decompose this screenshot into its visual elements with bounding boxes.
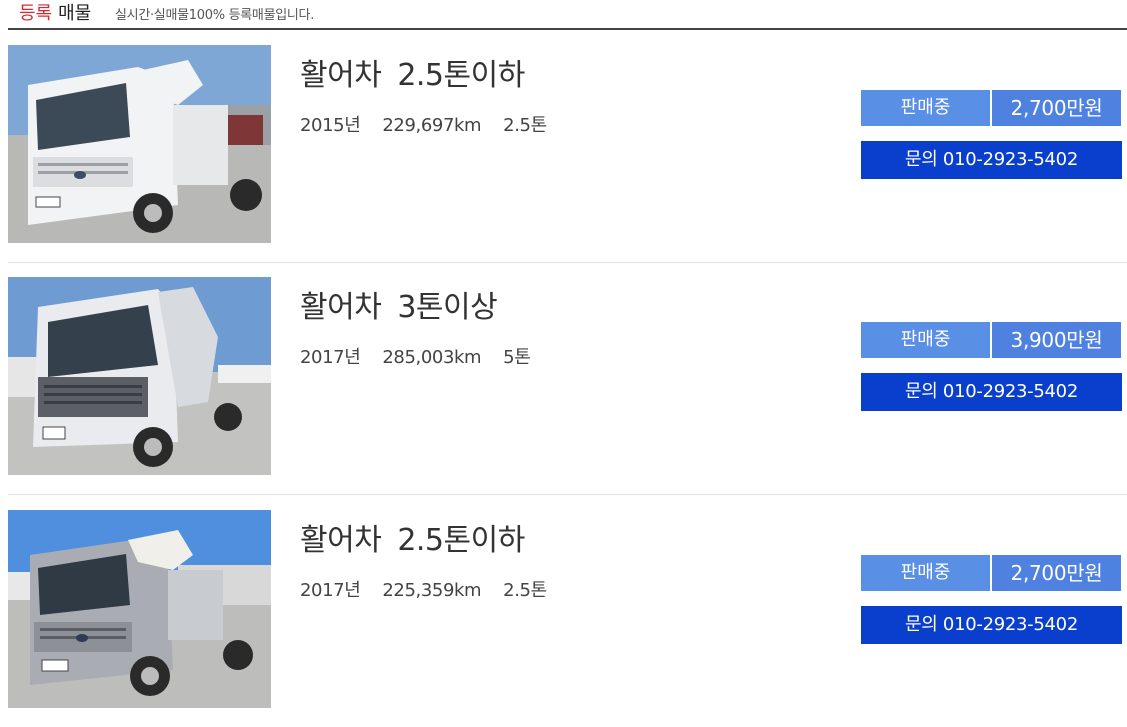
truck-image bbox=[8, 45, 271, 243]
listing-mileage: 229,697km bbox=[382, 115, 482, 136]
listing-specs: 2017년 225,359km 2.5톤 bbox=[300, 579, 569, 603]
truck-image bbox=[8, 277, 271, 475]
listing-mileage: 285,003km bbox=[382, 347, 482, 368]
listing-tonnage-class: 2.5톤이하 bbox=[397, 58, 525, 93]
contact-button[interactable]: 문의 010-2923-5402 bbox=[861, 606, 1122, 644]
listing-year: 2017년 bbox=[300, 580, 361, 601]
listing-tonnage: 2.5톤 bbox=[503, 115, 547, 136]
listing-specs: 2017년 285,003km 5톤 bbox=[300, 346, 552, 370]
price-label: 3,900만원 bbox=[990, 322, 1121, 358]
status-badge: 판매중 bbox=[861, 322, 990, 358]
listing-mileage: 225,359km bbox=[382, 580, 482, 601]
listing-title[interactable]: 활어차 3톤이상 bbox=[300, 288, 498, 328]
truck-image bbox=[8, 510, 271, 708]
listing-item[interactable]: 활어차 2.5톤이하 2017년 225,359km 2.5톤 판매중 2,700만원… bbox=[8, 495, 1127, 727]
price-label: 2,700만원 bbox=[990, 555, 1121, 591]
listing-year: 2017년 bbox=[300, 347, 361, 368]
price-row: 판매중 3,900만원 bbox=[861, 322, 1121, 358]
price-row: 판매중 2,700만원 bbox=[861, 90, 1121, 126]
contact-button[interactable]: 문의 010-2923-5402 bbox=[861, 141, 1122, 179]
listing-item[interactable]: 활어차 3톤이상 2017년 285,003km 5톤 판매중 3,900만원 문의 … bbox=[8, 262, 1127, 495]
contact-button[interactable]: 문의 010-2923-5402 bbox=[861, 373, 1122, 411]
listing-title[interactable]: 활어차 2.5톤이하 bbox=[300, 521, 525, 561]
listing-item[interactable]: 활어차 2.5톤이하 2015년 229,697km 2.5톤 판매중 2,700만원… bbox=[8, 30, 1127, 263]
listing-title[interactable]: 활어차 2.5톤이하 bbox=[300, 56, 525, 96]
listing-tonnage-class: 2.5톤이하 bbox=[397, 523, 525, 558]
section-title: 등록 매물 bbox=[19, 3, 91, 25]
status-badge: 판매중 bbox=[861, 90, 990, 126]
listing-tonnage: 2.5톤 bbox=[503, 580, 547, 601]
truck-photo[interactable] bbox=[8, 277, 271, 475]
section-title-main: 매물 bbox=[58, 3, 92, 24]
price-row: 판매중 2,700만원 bbox=[861, 555, 1121, 591]
listing-category: 활어차 bbox=[300, 290, 382, 325]
listing-tonnage-class: 3톤이상 bbox=[397, 290, 498, 325]
section-title-accent: 등록 bbox=[19, 3, 53, 24]
section-subtitle: 실시간·실매물100% 등록매물입니다. bbox=[115, 8, 315, 23]
listing-category: 활어차 bbox=[300, 58, 382, 93]
listing-tonnage: 5톤 bbox=[503, 347, 531, 368]
price-label: 2,700만원 bbox=[990, 90, 1121, 126]
status-badge: 판매중 bbox=[861, 555, 990, 591]
section-header: 등록 매물 실시간·실매물100% 등록매물입니다. bbox=[8, 0, 1127, 30]
listing-year: 2015년 bbox=[300, 115, 361, 136]
truck-photo[interactable] bbox=[8, 510, 271, 708]
listing-specs: 2015년 229,697km 2.5톤 bbox=[300, 114, 569, 138]
truck-photo[interactable] bbox=[8, 45, 271, 243]
listing-category: 활어차 bbox=[300, 523, 382, 558]
